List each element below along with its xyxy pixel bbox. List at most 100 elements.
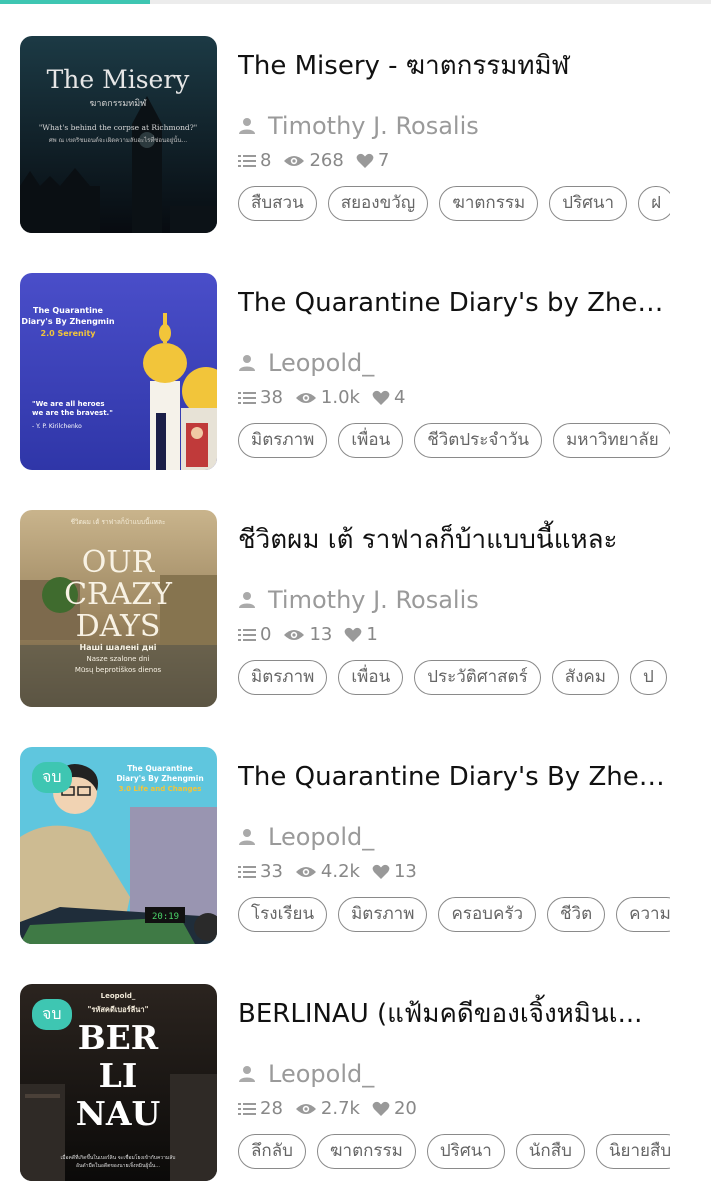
book-author[interactable]: Leopold_ (238, 1058, 374, 1090)
tag-list: ลึกลับ ฆาตกรรม ปริศนา นักสืบ นิยายสืบ (238, 1134, 670, 1174)
list-icon (238, 154, 256, 167)
cover-title-2: Diary's By Zhengmin (21, 317, 114, 326)
completed-badge: จบ (32, 762, 72, 793)
cover-title: The Quarantine (33, 306, 104, 315)
tag-chip[interactable]: ปริศนา (549, 186, 628, 221)
tag-chip[interactable]: ครอบครัว (438, 897, 536, 932)
tag-chip[interactable]: โรงเรียน (238, 897, 328, 932)
author-name: Timothy J. Rosalis (268, 112, 479, 140)
person-icon (239, 1066, 255, 1082)
tag-chip[interactable]: ปริศนา (426, 1134, 505, 1169)
book-author[interactable]: Leopold_ (238, 821, 374, 853)
cover-clock: 20:19 (152, 912, 179, 922)
cover-title: OUR (82, 545, 156, 580)
list-icon (238, 865, 256, 878)
tag-chip[interactable]: ประวัติศาสตร์ (414, 660, 541, 695)
author-name: Leopold_ (268, 1060, 375, 1088)
cover-subtitle: ฆาตกรรมทมิฬ (90, 98, 147, 109)
top-tab-bar (0, 0, 711, 4)
chapter-count: 0 (238, 624, 271, 645)
completed-badge: จบ (32, 999, 72, 1030)
book-list-item[interactable]: 20:19 The Quarantine Diary's By Zhengmin… (20, 747, 711, 945)
tag-chip[interactable]: มิตรภาพ (238, 660, 328, 695)
cover-title: The Misery (47, 65, 191, 94)
view-count: 4.2k (295, 861, 360, 882)
chapter-count: 8 (238, 150, 271, 171)
tag-chip[interactable]: สังคม (551, 660, 619, 695)
book-author[interactable]: Timothy J. Rosalis (238, 110, 479, 142)
cover-title-2: Diary's By Zhengmin (116, 774, 203, 783)
tag-chip[interactable]: สืบสวน (238, 186, 317, 221)
book-cover[interactable]: 20:19 The Quarantine Diary's By Zhengmin… (20, 747, 217, 944)
cover-subtitle-pl: Nasze szalone dni (86, 655, 149, 663)
book-title[interactable]: BERLINAU (แฟ้มคดีของเจิ้งหมินเ... (238, 994, 678, 1034)
book-info: The Misery - ฆาตกรรมทมิฬ Timothy J. Rosa… (238, 36, 693, 234)
tag-list: มิตรภาพ เพื่อน ประวัติศาสตร์ สังคม ป (238, 660, 670, 700)
book-cover[interactable]: The Misery ฆาตกรรมทมิฬ "What's behind th… (20, 36, 217, 233)
book-cover[interactable]: The Quarantine Diary's By Zhengmin 2.0 S… (20, 273, 217, 470)
tag-chip[interactable]: ชีวิตประจำวัน (414, 423, 543, 458)
list-icon (238, 628, 256, 641)
cover-title-3: NAU (76, 1094, 161, 1133)
tag-chip[interactable]: เพื่อน (338, 660, 404, 695)
book-title[interactable]: The Misery - ฆาตกรรมทมิฬ (238, 46, 678, 86)
tag-chip[interactable]: ลึกลับ (238, 1134, 306, 1169)
active-tab-indicator (0, 0, 150, 4)
book-title[interactable]: The Quarantine Diary's By Zhen... (238, 757, 678, 797)
cover-thai-title: ชีวิตผม เต้ ราฟาลก็บ้าแบบนี้แหละ (71, 517, 166, 526)
tag-chip[interactable]: ความ (616, 897, 670, 932)
eye-icon (295, 1103, 316, 1114)
cover-title-3: DAYS (76, 609, 161, 644)
book-author[interactable]: Leopold_ (238, 347, 374, 379)
eye-icon (295, 866, 316, 877)
chapter-count: 38 (238, 387, 283, 408)
view-count: 1.0k (295, 387, 360, 408)
tag-chip[interactable]: มิตรภาพ (338, 897, 428, 932)
cover-title: BER (78, 1018, 159, 1057)
tag-chip[interactable]: เพื่อน (338, 423, 404, 458)
tag-list: โรงเรียน มิตรภาพ ครอบครัว ชีวิต ความ (238, 897, 670, 937)
cover-title: The Quarantine (127, 764, 193, 773)
heart-icon (344, 627, 362, 642)
book-stats: 8 268 7 (238, 150, 401, 171)
like-count: 13 (372, 861, 417, 882)
view-count: 2.7k (295, 1098, 360, 1119)
book-info: ชีวิตผม เต้ ราฟาลก็บ้าแบบนี้แหละ Timothy… (238, 510, 693, 708)
book-stats: 28 2.7k 20 (238, 1098, 429, 1119)
cover-image-misery: The Misery ฆาตกรรมทมิฬ "What's behind th… (20, 36, 217, 233)
book-title[interactable]: The Quarantine Diary's by Zhen... (238, 283, 678, 323)
author-name: Leopold_ (268, 823, 375, 851)
like-count: 7 (356, 150, 389, 171)
book-list-item[interactable]: The Misery ฆาตกรรมทมิฬ "What's behind th… (20, 36, 711, 234)
book-list-item[interactable]: ชีวิตผม เต้ ราฟาลก็บ้าแบบนี้แหละ OUR CRA… (20, 510, 711, 708)
book-cover[interactable]: ชีวิตผม เต้ ราฟาลก็บ้าแบบนี้แหละ OUR CRA… (20, 510, 217, 707)
chapter-count: 28 (238, 1098, 283, 1119)
tag-list: มิตรภาพ เพื่อน ชีวิตประจำวัน มหาวิทยาลัย (238, 423, 670, 463)
tag-chip[interactable]: มหาวิทยาลัย (553, 423, 670, 458)
tag-chip[interactable]: มิตรภาพ (238, 423, 328, 458)
cover-author: Leopold_ (101, 992, 136, 1000)
tag-chip[interactable]: ป (630, 660, 667, 695)
tag-list: สืบสวน สยองขวัญ ฆาตกรรม ปริศนา ฝ (238, 186, 670, 226)
book-title[interactable]: ชีวิตผม เต้ ราฟาลก็บ้าแบบนี้แหละ (238, 520, 678, 560)
tag-chip[interactable]: ฆาตกรรม (316, 1134, 416, 1169)
tag-chip[interactable]: นิยายสืบ (595, 1134, 670, 1169)
person-icon (239, 829, 255, 845)
book-cover[interactable]: Leopold_ "รหัสคดีเบอร์ลีนา" BER LI NAU เ… (20, 984, 217, 1181)
heart-icon (356, 153, 374, 168)
book-list-item[interactable]: The Quarantine Diary's By Zhengmin 2.0 S… (20, 273, 711, 471)
tag-chip[interactable]: ชีวิต (547, 897, 606, 932)
tag-chip[interactable]: นักสืบ (515, 1134, 585, 1169)
author-name: Leopold_ (268, 349, 375, 377)
book-list-item[interactable]: Leopold_ "รหัสคดีเบอร์ลีนา" BER LI NAU เ… (20, 984, 711, 1182)
cover-title-2: LI (99, 1056, 138, 1095)
tag-chip[interactable]: สยองขวัญ (327, 186, 429, 221)
heart-icon (372, 1101, 390, 1116)
book-author[interactable]: Timothy J. Rosalis (238, 584, 479, 616)
cover-quote-author: - Y. P. Kirilchenko (32, 423, 82, 430)
list-icon (238, 1102, 256, 1115)
author-name: Timothy J. Rosalis (268, 586, 479, 614)
eye-icon (295, 392, 316, 403)
tag-chip[interactable]: ฝ (638, 186, 670, 221)
tag-chip[interactable]: ฆาตกรรม (439, 186, 539, 221)
